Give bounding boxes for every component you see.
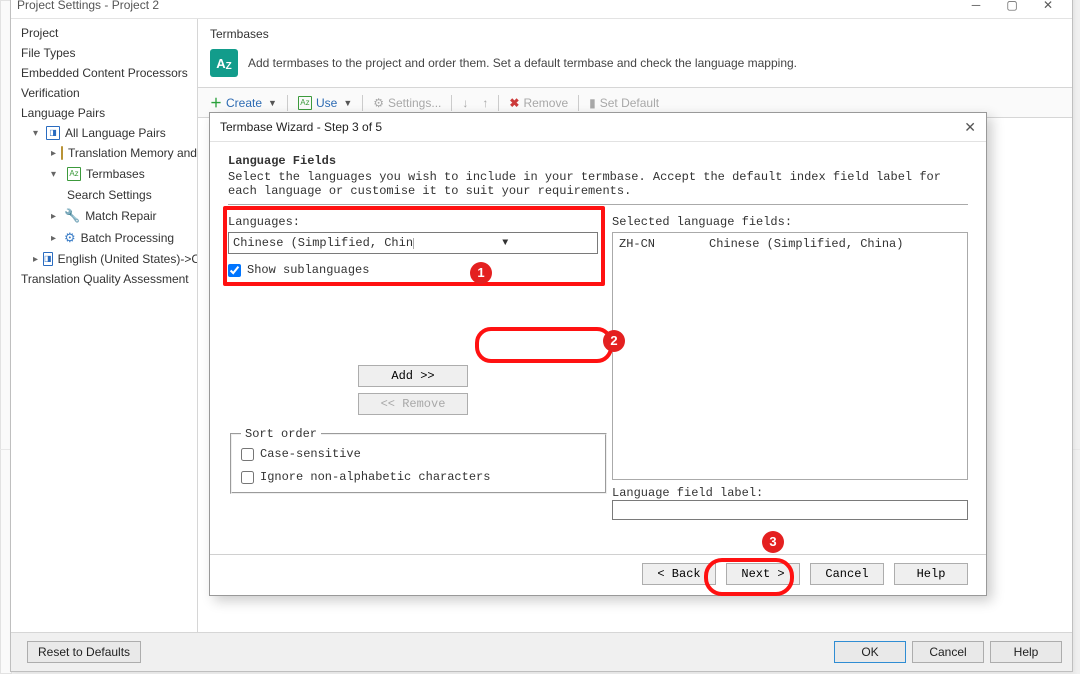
termbase-icon: Az [298, 96, 312, 110]
dialog-footer: Reset to Defaults OK Cancel Help [11, 632, 1072, 671]
selected-fields-label: Selected language fields: [612, 215, 968, 229]
tree-language-pairs[interactable]: Language Pairs [11, 103, 197, 123]
right-column: Selected language fields: ZH-CN Chinese … [612, 215, 968, 520]
arrow-down-icon: ↓ [462, 96, 468, 110]
tree-verification[interactable]: Verification [11, 83, 197, 103]
tree-embedded[interactable]: Embedded Content Processors [11, 63, 197, 83]
setdefault-button[interactable]: ▮ Set Default [585, 94, 663, 112]
gear-icon: ⚙ [64, 230, 76, 246]
ignore-nonalpha-input[interactable] [241, 471, 254, 484]
annotation-badge-2: 2 [603, 330, 625, 352]
tree-project[interactable]: Project [11, 23, 197, 43]
sort-order-fieldset: Sort order Case-sensitive Ignore non-alp… [230, 427, 607, 494]
chevron-down-icon: ▼ [268, 98, 277, 108]
reset-defaults-button[interactable]: Reset to Defaults [27, 641, 141, 663]
wizard-help-button[interactable]: Help [894, 563, 968, 585]
expand-icon[interactable]: ▸ [33, 254, 38, 265]
tree-en-cn-pair[interactable]: ▸ ◨ English (United States)->Chinese [11, 249, 197, 269]
tree-all-language-pairs[interactable]: ▾ ◨ All Language Pairs [11, 123, 197, 143]
close-icon[interactable]: ✕ [964, 119, 976, 136]
minimize-button[interactable]: ─ [958, 0, 994, 16]
tm-icon [61, 146, 63, 160]
termbase-icon: Az [67, 167, 81, 181]
ok-button[interactable]: OK [834, 641, 906, 663]
flag-icon: ▮ [589, 96, 596, 110]
languages-icon: ◨ [43, 252, 53, 266]
use-button[interactable]: Az Use ▼ [294, 94, 356, 112]
languages-icon: ◨ [46, 126, 60, 140]
window-title: Project Settings - Project 2 [17, 0, 159, 12]
expand-icon[interactable]: ▾ [51, 169, 59, 180]
annotation-circle-3 [704, 558, 794, 596]
wizard-subtext: Select the languages you wish to include… [228, 170, 968, 198]
annotation-circle-2 [475, 327, 613, 363]
section-description-row: AZ Add termbases to the project and orde… [198, 45, 1072, 87]
annotation-badge-1: 1 [470, 262, 492, 284]
separator [362, 95, 363, 111]
az-icon: AZ [210, 49, 238, 77]
field-label-label: Language field label: [612, 486, 968, 500]
selected-code: ZH-CN [619, 237, 709, 251]
chevron-down-icon: ▼ [343, 98, 352, 108]
field-label-input[interactable] [612, 500, 968, 520]
separator [228, 204, 968, 205]
tree-tqa[interactable]: Translation Quality Assessment [11, 269, 197, 289]
tree-tm[interactable]: ▸ Translation Memory and Aut [11, 143, 197, 163]
section-description: Add termbases to the project and order t… [248, 56, 797, 70]
create-button[interactable]: ＋ Create ▼ [206, 92, 281, 113]
x-icon: ✖ [509, 96, 519, 110]
cancel-button[interactable]: Cancel [912, 641, 984, 663]
case-sensitive-checkbox[interactable]: Case-sensitive [241, 447, 596, 461]
separator [451, 95, 452, 111]
tree-search-settings[interactable]: Search Settings [11, 185, 197, 205]
close-button[interactable]: ✕ [1030, 0, 1066, 16]
section-title: Termbases [198, 19, 1072, 45]
settings-tree: Project File Types Embedded Content Proc… [11, 19, 198, 634]
termbase-wizard: Termbase Wizard - Step 3 of 5 ✕ Language… [209, 112, 987, 596]
gear-icon: ⚙ [373, 96, 384, 110]
titlebar: Project Settings - Project 2 ─ ▢ ✕ [11, 0, 1072, 19]
arrow-up-icon: ↑ [482, 96, 488, 110]
tree-batch[interactable]: ▸ ⚙ Batch Processing [11, 227, 197, 249]
wizard-footer: < Back Next > Cancel Help 3 [210, 554, 986, 595]
window-buttons: ─ ▢ ✕ [958, 0, 1066, 16]
annotation-badge-3: 3 [762, 531, 784, 553]
moveup-button[interactable]: ↓ [458, 94, 472, 112]
selected-name: Chinese (Simplified, China) [709, 237, 903, 251]
remove-selected-button[interactable]: << Remove [358, 393, 468, 415]
help-button[interactable]: Help [990, 641, 1062, 663]
annotation-box-1 [223, 206, 605, 286]
plus-icon: ＋ [210, 94, 222, 111]
wizard-cancel-button[interactable]: Cancel [810, 563, 884, 585]
project-settings-window: Project Settings - Project 2 ─ ▢ ✕ Proje… [10, 0, 1073, 672]
settings-button[interactable]: ⚙ Settings... [369, 94, 445, 112]
wizard-heading: Language Fields [228, 154, 968, 168]
tree-filetypes[interactable]: File Types [11, 43, 197, 63]
maximize-button[interactable]: ▢ [994, 0, 1030, 16]
wizard-body: Language Fields Select the languages you… [210, 142, 986, 554]
expand-icon[interactable]: ▸ [51, 233, 59, 244]
remove-button[interactable]: ✖ Remove [505, 94, 572, 112]
wizard-title: Termbase Wizard - Step 3 of 5 [220, 120, 382, 134]
separator [498, 95, 499, 111]
separator [287, 95, 288, 111]
ignore-nonalpha-checkbox[interactable]: Ignore non-alphabetic characters [241, 470, 596, 484]
tree-termbases[interactable]: ▾ Az Termbases [11, 163, 197, 185]
transfer-buttons: Add >> << Remove [228, 365, 598, 415]
selected-row[interactable]: ZH-CN Chinese (Simplified, China) [619, 237, 961, 251]
wizard-titlebar: Termbase Wizard - Step 3 of 5 ✕ [210, 113, 986, 142]
expand-icon[interactable]: ▸ [51, 211, 59, 222]
sort-order-legend: Sort order [241, 427, 321, 441]
tree-match-repair[interactable]: ▸ 🔧 Match Repair [11, 205, 197, 227]
expand-icon[interactable]: ▾ [33, 128, 41, 139]
add-button[interactable]: Add >> [358, 365, 468, 387]
separator [578, 95, 579, 111]
case-sensitive-input[interactable] [241, 448, 254, 461]
expand-icon[interactable]: ▸ [51, 148, 56, 159]
wrench-icon: 🔧 [64, 208, 80, 224]
movedown-button[interactable]: ↑ [478, 94, 492, 112]
selected-fields-list[interactable]: ZH-CN Chinese (Simplified, China) [612, 232, 968, 480]
